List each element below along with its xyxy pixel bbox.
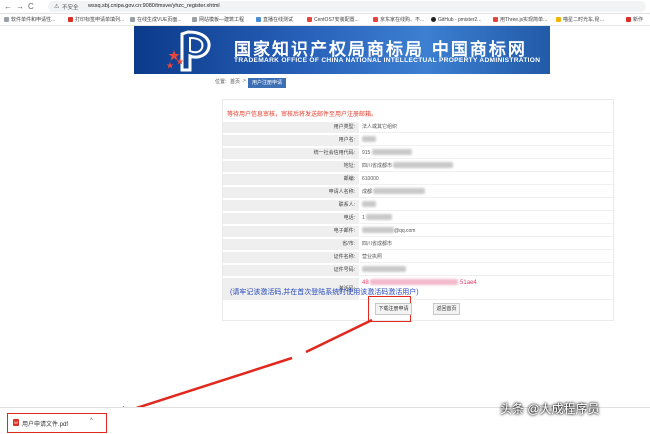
form-row-applicant-name: 申请人名称: 成都 <box>223 187 615 199</box>
row-value <box>360 200 615 211</box>
chevron-up-icon[interactable]: ^ <box>90 418 93 424</box>
bookmark-item[interactable]: 在线生成VUE页面... <box>130 14 190 26</box>
redacted-text <box>362 136 376 142</box>
form-row-certificate-number: 证件号码: <box>223 265 615 277</box>
activation-code: 48 51ae4 <box>362 279 477 286</box>
back-icon[interactable]: ← <box>4 1 12 13</box>
page-icon <box>556 17 561 22</box>
bookmark-item[interactable]: 喵星二时光车,昆… <box>556 14 622 26</box>
form-row-postcode: 邮编: 610000 <box>223 174 615 186</box>
redacted-text <box>362 266 406 272</box>
bookmark-item[interactable]: 用Three.js实现简单... <box>493 14 553 26</box>
breadcrumb-separator: > <box>243 78 246 84</box>
bookmarks-bar: 软件单件和申请性... 打印标签申请单填列... 在线生成VUE页面... 网站… <box>0 14 650 26</box>
bookmark-item[interactable]: 软件单件和申请性... <box>4 14 66 26</box>
redacted-text <box>371 149 412 155</box>
form-row-contact: 联系人: <box>223 200 615 212</box>
reload-icon[interactable]: C <box>28 1 34 13</box>
status-notice: 等待用户信息审核，审核后将发送邮件至用户注册邮箱。 <box>227 112 378 118</box>
redacted-text <box>366 214 393 220</box>
bookmark-item[interactable]: 新作 <box>626 14 650 26</box>
row-value: @qq.com <box>360 226 615 237</box>
page-icon <box>256 17 261 22</box>
banner-subtitle: TRADEMARK OFFICE OF CHINA NATIONAL INTEL… <box>234 57 541 64</box>
row-value: 四川省成都市 <box>360 161 615 172</box>
page-icon <box>626 17 631 22</box>
row-label: 联系人: <box>223 200 359 211</box>
redacted-text <box>393 162 454 168</box>
page-icon <box>192 17 197 22</box>
redacted-text <box>362 201 376 207</box>
row-label: 电话: <box>223 213 359 224</box>
page-icon <box>4 17 9 22</box>
address-bar: ← → C ⚠ 不安全 wssq.sbj.cnipa.gov.cn:9080/t… <box>0 0 650 14</box>
pdf-icon: W <box>13 419 19 426</box>
form-row-credit-code: 统一社会信用代码: 915 <box>223 148 615 160</box>
redacted-text <box>373 188 426 194</box>
page-icon <box>68 17 73 22</box>
page-icon <box>493 17 498 22</box>
emblem-icon <box>166 30 211 72</box>
watermark: 头条 @大成程序员 <box>500 402 600 416</box>
breadcrumb-location-label: 位置: <box>215 79 227 85</box>
breadcrumb-home-link[interactable]: 首页 <box>230 78 240 85</box>
form-row-username: 用户名: <box>223 135 615 147</box>
row-value <box>360 265 615 276</box>
breadcrumb: 位置: 首页 > 用户注册申请 <box>134 74 550 88</box>
form-row-phone: 电话: 1 <box>223 213 615 225</box>
row-label: 证件号码: <box>223 265 359 276</box>
row-label: 省/市: <box>223 239 359 250</box>
url-text[interactable]: wssq.sbj.cnipa.gov.cn:9080/tmsve/yhzc_re… <box>88 3 220 9</box>
form-row-certificate-name: 证件名称: 营业执照 <box>223 252 615 264</box>
row-label: 用户名: <box>223 135 359 146</box>
row-value: 610000 <box>360 174 615 185</box>
bookmark-item[interactable]: CentOS7安装配置... <box>307 14 371 26</box>
bookmark-item[interactable]: 直播在线测试 <box>256 14 306 26</box>
row-value: 营业执照 <box>360 252 615 263</box>
row-label: 申请人名称: <box>223 187 359 198</box>
site-banner: 国家知识产权局商标局 中国商标网 TRADEMARK OFFICE OF CHI… <box>134 26 550 74</box>
row-value: 1 <box>360 213 615 224</box>
form-row-user-type: 用户类型: 法人或其它组织 <box>223 122 615 134</box>
bookmark-item[interactable]: 打印标签申请单填列... <box>68 14 128 26</box>
breadcrumb-current: 用户注册申请 <box>248 78 286 88</box>
page-icon <box>373 17 378 22</box>
form-row-address: 地址: 四川省成都市 <box>223 161 615 173</box>
bookmark-item[interactable]: 网站模板—建筑工程 <box>192 14 254 26</box>
redacted-text <box>362 227 394 233</box>
form-row-province: 省/市: 四川省成都市 <box>223 239 615 251</box>
row-label: 用户类型: <box>223 122 359 133</box>
row-label: 统一社会信用代码: <box>223 148 359 159</box>
bookmark-item[interactable]: 京东家在线购、不... <box>373 14 429 26</box>
form-row-email: 电子邮件: @qq.com <box>223 226 615 238</box>
row-value: 成都 <box>360 187 615 198</box>
download-item[interactable]: W 用户申请文件.pdf ^ <box>7 413 107 433</box>
warning-icon[interactable]: ⚠ <box>54 3 59 10</box>
row-value: 915 <box>360 148 615 159</box>
page-icon <box>130 17 135 22</box>
row-value: 法人或其它组织 <box>360 122 615 133</box>
github-icon <box>431 17 436 22</box>
download-file-name[interactable]: 用户申请文件.pdf <box>22 419 68 428</box>
row-label: 电子邮件: <box>223 226 359 237</box>
row-value <box>360 135 615 146</box>
page-icon <box>307 17 312 22</box>
url-field[interactable]: ⚠ 不安全 wssq.sbj.cnipa.gov.cn:9080/tmsve/y… <box>48 1 646 12</box>
forward-icon[interactable]: → <box>16 1 24 13</box>
row-label: 地址: <box>223 161 359 172</box>
download-application-button[interactable]: 下载注册申请 <box>375 303 412 315</box>
bookmark-item[interactable]: GitHub - pmister2... <box>431 14 491 26</box>
redacted-text <box>370 279 459 285</box>
security-label[interactable]: 不安全 <box>62 3 79 11</box>
back-home-button[interactable]: 返回首页 <box>433 303 460 315</box>
row-label: 证件名称: <box>223 252 359 263</box>
row-value: 四川省成都市 <box>360 239 615 250</box>
row-label: 邮编: <box>223 174 359 185</box>
